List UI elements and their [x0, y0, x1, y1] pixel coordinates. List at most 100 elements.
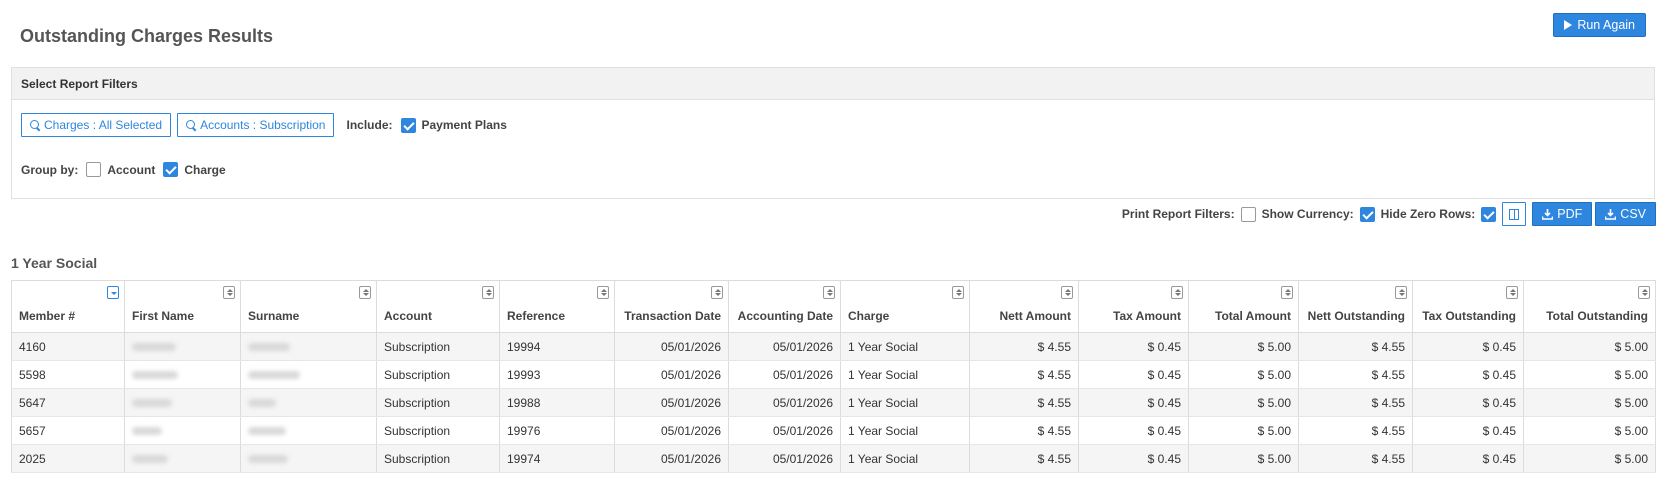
reference: 19993: [499, 360, 615, 389]
first-name-redacted: [124, 416, 241, 445]
surname-redacted: [240, 388, 377, 417]
nett-amount: $ 4.55: [969, 360, 1079, 389]
total-amount: $ 5.00: [1188, 388, 1299, 417]
sort-icon[interactable]: [1638, 286, 1650, 299]
play-icon: [1564, 20, 1573, 30]
charges-filter-label: Charges : All Selected: [44, 118, 163, 132]
report-toolbar: Print Report Filters: Show Currency: Hid…: [1122, 202, 1656, 226]
payment-plans-label: Payment Plans: [421, 118, 507, 132]
transaction-date: 05/01/2026: [614, 332, 729, 361]
column-header-total-outstanding[interactable]: Total Outstanding: [1523, 280, 1656, 333]
columns-icon: [1509, 208, 1520, 220]
tax-outstanding: $ 0.45: [1412, 416, 1524, 445]
pdf-label: PDF: [1557, 207, 1583, 221]
surname-redacted: [240, 444, 377, 473]
tax-amount: $ 0.45: [1078, 444, 1189, 473]
sort-icon[interactable]: [1281, 286, 1293, 299]
download-icon: [1542, 208, 1554, 220]
reference: 19976: [499, 416, 615, 445]
account: Subscription: [376, 332, 500, 361]
sort-icon[interactable]: [823, 286, 835, 299]
sort-icon[interactable]: [482, 286, 494, 299]
payment-plans-checkbox[interactable]: [400, 117, 416, 133]
member-number: 5598: [11, 360, 125, 389]
column-header-total-amount[interactable]: Total Amount: [1188, 280, 1299, 333]
nett-outstanding: $ 4.55: [1298, 416, 1413, 445]
sort-icon[interactable]: [597, 286, 609, 299]
charge: 1 Year Social: [840, 444, 970, 473]
table-row: 5657 Subscription 19976 05/01/2026 05/01…: [11, 416, 1656, 445]
sort-icon[interactable]: [1171, 286, 1183, 299]
sort-icon[interactable]: [952, 286, 964, 299]
tax-amount: $ 0.45: [1078, 416, 1189, 445]
first-name-redacted: [124, 388, 241, 417]
tax-outstanding: $ 0.45: [1412, 388, 1524, 417]
page-title: Outstanding Charges Results: [20, 26, 274, 46]
column-header-nett-outstanding[interactable]: Nett Outstanding: [1298, 280, 1413, 333]
column-header-first-name[interactable]: First Name: [124, 280, 241, 333]
charges-filter-button[interactable]: Charges : All Selected: [21, 113, 172, 137]
column-header-charge[interactable]: Charge: [840, 280, 970, 333]
nett-outstanding: $ 4.55: [1298, 332, 1413, 361]
charge: 1 Year Social: [840, 360, 970, 389]
hide-zero-rows-checkbox[interactable]: [1481, 206, 1497, 222]
csv-download-button[interactable]: CSV: [1595, 202, 1656, 226]
print-filters-checkbox[interactable]: [1240, 206, 1256, 222]
column-header-transaction-date[interactable]: Transaction Date: [614, 280, 729, 333]
sort-desc-icon[interactable]: [107, 286, 119, 299]
csv-label: CSV: [1620, 207, 1646, 221]
sort-icon[interactable]: [1395, 286, 1407, 299]
hide-zero-rows-label: Hide Zero Rows:: [1380, 207, 1476, 221]
sort-icon[interactable]: [1506, 286, 1518, 299]
reference: 19994: [499, 332, 615, 361]
group-account-checkbox[interactable]: [86, 162, 102, 177]
transaction-date: 05/01/2026: [614, 360, 729, 389]
column-header-nett-amount[interactable]: Nett Amount: [969, 280, 1079, 333]
tax-outstanding: $ 0.45: [1412, 332, 1524, 361]
group-charge-checkbox[interactable]: [163, 162, 179, 177]
column-header-member[interactable]: Member #: [11, 280, 125, 333]
sort-icon[interactable]: [359, 286, 371, 299]
transaction-date: 05/01/2026: [614, 444, 729, 473]
reference: 19974: [499, 444, 615, 473]
print-filters-label: Print Report Filters:: [1121, 207, 1235, 221]
nett-amount: $ 4.55: [969, 332, 1079, 361]
total-amount: $ 5.00: [1188, 416, 1299, 445]
total-outstanding: $ 5.00: [1523, 332, 1656, 361]
member-number: 5647: [11, 388, 125, 417]
pdf-download-button[interactable]: PDF: [1532, 202, 1593, 226]
run-again-label: Run Again: [1577, 18, 1635, 32]
first-name-redacted: [124, 360, 241, 389]
nett-outstanding: $ 4.55: [1298, 360, 1413, 389]
total-amount: $ 5.00: [1188, 360, 1299, 389]
accounting-date: 05/01/2026: [728, 360, 841, 389]
search-icon: [30, 120, 40, 130]
run-again-button[interactable]: Run Again: [1553, 13, 1646, 37]
column-header-tax-outstanding[interactable]: Tax Outstanding: [1412, 280, 1524, 333]
sort-icon[interactable]: [711, 286, 723, 299]
accounting-date: 05/01/2026: [728, 416, 841, 445]
tax-amount: $ 0.45: [1078, 388, 1189, 417]
sort-icon[interactable]: [223, 286, 235, 299]
column-header-tax-amount[interactable]: Tax Amount: [1078, 280, 1189, 333]
accounts-filter-button[interactable]: Accounts : Subscription: [177, 113, 335, 137]
first-name-redacted: [124, 332, 241, 361]
table-row: 5647 Subscription 19988 05/01/2026 05/01…: [11, 388, 1656, 417]
outstanding-charges-table: Member # First Name Surname Account Refe…: [11, 280, 1656, 473]
member-number: 2025: [11, 444, 125, 473]
sort-icon[interactable]: [1061, 286, 1073, 299]
column-header-accounting-date[interactable]: Accounting Date: [728, 280, 841, 333]
show-currency-label: Show Currency:: [1261, 207, 1354, 221]
column-header-reference[interactable]: Reference: [499, 280, 615, 333]
report-filters-panel: Select Report Filters Charges : All Sele…: [11, 67, 1655, 199]
charge: 1 Year Social: [840, 416, 970, 445]
total-outstanding: $ 5.00: [1523, 444, 1656, 473]
column-header-surname[interactable]: Surname: [240, 280, 377, 333]
show-currency-checkbox[interactable]: [1359, 206, 1375, 222]
nett-amount: $ 4.55: [969, 388, 1079, 417]
column-header-account[interactable]: Account: [376, 280, 500, 333]
group-charge-label: Charge: [184, 162, 226, 177]
columns-button[interactable]: [1502, 202, 1527, 226]
account: Subscription: [376, 360, 500, 389]
group-section-title: 1 Year Social: [11, 255, 98, 271]
